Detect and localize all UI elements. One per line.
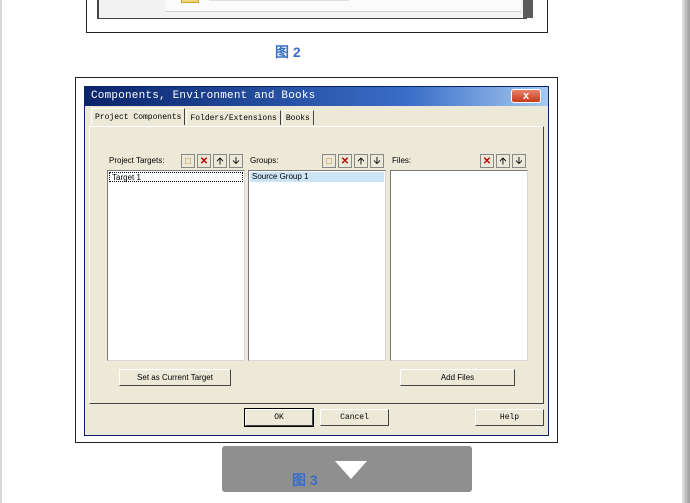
chevron-down-icon[interactable] <box>335 461 367 479</box>
add-files-button[interactable]: Add Files <box>400 369 515 386</box>
targets-header: Project Targets: □ ✕ 🡩 🡫 <box>107 154 245 168</box>
scroll-down-overlay[interactable] <box>222 446 472 492</box>
tab-folders-extensions[interactable]: Folders/Extensions <box>186 110 281 125</box>
help-button[interactable]: Help <box>475 409 544 426</box>
set-as-current-target-button[interactable]: Set as Current Target <box>119 369 231 386</box>
delete-x-icon[interactable]: ✕ <box>197 154 211 168</box>
figure-2-row <box>165 0 521 12</box>
groups-listbox[interactable]: Source Group 1 <box>248 170 386 361</box>
move-down-arrow-icon[interactable]: 🡫 <box>229 154 243 168</box>
figure-2-scrollbar <box>523 0 533 18</box>
ok-button[interactable]: OK <box>244 408 314 427</box>
new-folder-icon[interactable]: □ <box>322 154 336 168</box>
delete-x-icon[interactable]: ✕ <box>338 154 352 168</box>
cancel-button[interactable]: Cancel <box>320 409 389 426</box>
files-label: Files: <box>392 156 412 165</box>
tab-books[interactable]: Books <box>281 110 314 125</box>
page-scrollbar[interactable] <box>682 0 690 503</box>
close-button[interactable]: x <box>511 89 541 103</box>
figure-2-caption: 图 2 <box>275 44 301 60</box>
figure-2-screenshot <box>97 0 533 19</box>
move-down-arrow-icon[interactable]: 🡫 <box>512 154 526 168</box>
components-dialog: Components, Environment and Books x Proj… <box>84 86 549 436</box>
page-left-edge <box>0 0 2 503</box>
dialog-title: Components, Environment and Books <box>91 90 316 102</box>
close-icon: x <box>522 90 530 102</box>
list-item-target-1[interactable]: Target 1 <box>109 172 243 182</box>
new-folder-icon[interactable]: □ <box>181 154 195 168</box>
move-up-arrow-icon[interactable]: 🡩 <box>496 154 510 168</box>
groups-header: Groups: □ ✕ 🡩 🡫 <box>248 154 386 168</box>
dialog-titlebar[interactable]: Components, Environment and Books x <box>85 87 548 106</box>
move-down-arrow-icon[interactable]: 🡫 <box>370 154 384 168</box>
figure-3-caption: 图 3 <box>292 472 318 488</box>
figure-2-row-text <box>209 0 349 1</box>
figure-2-frame <box>86 0 548 33</box>
move-up-arrow-icon[interactable]: 🡩 <box>213 154 227 168</box>
tab-project-components[interactable]: Project Components <box>91 108 186 125</box>
folder-icon <box>181 0 199 3</box>
targets-label: Project Targets: <box>109 156 165 165</box>
delete-x-icon[interactable]: ✕ <box>480 154 494 168</box>
files-header: Files: ✕ 🡩 🡫 <box>390 154 528 168</box>
targets-listbox[interactable]: Target 1 <box>107 170 245 361</box>
dialog-tabs: Project Components Folders/Extensions Bo… <box>91 108 315 127</box>
groups-label: Groups: <box>250 156 279 165</box>
list-item-source-group-1[interactable]: Source Group 1 <box>250 172 384 182</box>
move-up-arrow-icon[interactable]: 🡩 <box>354 154 368 168</box>
files-listbox[interactable] <box>390 170 528 361</box>
